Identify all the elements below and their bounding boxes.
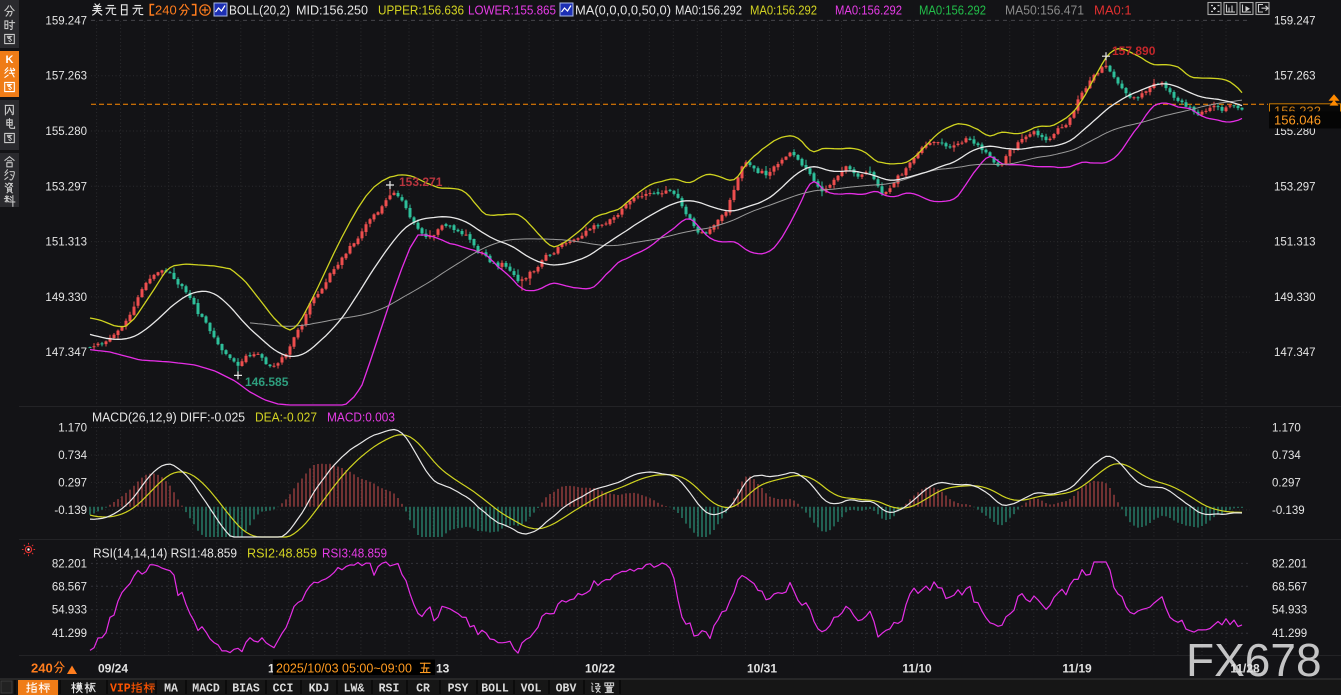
svg-text:151.313: 151.313: [1274, 237, 1316, 249]
svg-text:KDJ: KDJ: [309, 683, 330, 695]
svg-text:41.299: 41.299: [52, 628, 87, 640]
svg-text:10/31: 10/31: [747, 662, 777, 676]
svg-text:68.567: 68.567: [52, 581, 87, 593]
svg-text:157.263: 157.263: [45, 71, 87, 83]
svg-text:2025/10/03 05:00~09:00: 2025/10/03 05:00~09:00: [276, 662, 412, 676]
svg-text:146.585: 146.585: [245, 375, 289, 389]
svg-text:-0.139: -0.139: [1272, 505, 1305, 517]
svg-text:1.170: 1.170: [58, 423, 87, 435]
svg-text:BOLL(20,2): BOLL(20,2): [229, 3, 290, 18]
svg-text:RSI(14,14,14) RSI1:48.859: RSI(14,14,14) RSI1:48.859: [93, 546, 237, 561]
svg-text:BIAS: BIAS: [232, 683, 260, 695]
svg-text:151.313: 151.313: [45, 237, 87, 249]
svg-text:MA50:156.471: MA50:156.471: [1005, 3, 1084, 18]
svg-text:MACD:0.003: MACD:0.003: [327, 410, 395, 425]
svg-text:RSI: RSI: [379, 683, 400, 695]
svg-text:MA0:156.292: MA0:156.292: [750, 3, 817, 18]
svg-text:13: 13: [436, 662, 450, 676]
svg-text:CR: CR: [416, 683, 430, 695]
svg-text:153.297: 153.297: [1274, 181, 1316, 193]
svg-text:MA0:156.292: MA0:156.292: [835, 3, 902, 18]
svg-text:157.263: 157.263: [1274, 71, 1316, 83]
svg-text:0.297: 0.297: [1272, 477, 1301, 489]
svg-text:MA0:156.292: MA0:156.292: [919, 3, 986, 18]
svg-text:MID:156.250: MID:156.250: [296, 3, 368, 18]
svg-text:CCI: CCI: [273, 683, 294, 695]
svg-text:153.271: 153.271: [399, 175, 443, 189]
svg-text:VIP: VIP: [110, 683, 131, 695]
svg-text:54.933: 54.933: [1272, 605, 1307, 617]
svg-text:159.247: 159.247: [1274, 15, 1316, 27]
svg-text:147.347: 147.347: [1274, 347, 1316, 359]
svg-text:K: K: [6, 54, 14, 66]
svg-text:11/10: 11/10: [902, 662, 932, 676]
svg-text:0.734: 0.734: [58, 450, 87, 462]
svg-text:VOL: VOL: [521, 683, 542, 695]
svg-text:UPPER:156.636: UPPER:156.636: [378, 3, 464, 18]
svg-text:PSY: PSY: [448, 683, 469, 695]
svg-text:LW&: LW&: [344, 683, 365, 695]
svg-text:0.734: 0.734: [1272, 450, 1301, 462]
svg-text:-0.139: -0.139: [54, 505, 87, 517]
svg-text:11/28: 11/28: [1230, 662, 1260, 676]
svg-text:149.330: 149.330: [1274, 292, 1316, 304]
svg-text:RSI2:48.859: RSI2:48.859: [247, 546, 317, 561]
svg-text:MA(0,0,0,0,50,0): MA(0,0,0,0,50,0): [575, 3, 671, 18]
svg-text:10/22: 10/22: [585, 662, 615, 676]
svg-text:153.297: 153.297: [45, 181, 87, 193]
svg-text:157.890: 157.890: [1112, 44, 1156, 58]
svg-text:09/24: 09/24: [98, 662, 128, 676]
svg-text:MA0:156.292: MA0:156.292: [675, 3, 742, 18]
svg-text:BOLL: BOLL: [481, 683, 509, 695]
svg-text:54.933: 54.933: [52, 605, 87, 617]
svg-text:MA: MA: [164, 683, 178, 695]
svg-text:DEA:-0.027: DEA:-0.027: [255, 410, 317, 425]
svg-text:0.297: 0.297: [58, 477, 87, 489]
svg-text:MACD(26,12,9) DIFF:-0.025: MACD(26,12,9) DIFF:-0.025: [92, 410, 245, 425]
svg-text:68.567: 68.567: [1272, 581, 1307, 593]
svg-text:149.330: 149.330: [45, 292, 87, 304]
svg-text:MA0:1: MA0:1: [1094, 3, 1132, 18]
svg-text:147.347: 147.347: [45, 347, 87, 359]
svg-text:OBV: OBV: [556, 683, 577, 695]
svg-text:156.046: 156.046: [1274, 113, 1321, 128]
svg-text:MACD: MACD: [192, 683, 220, 695]
svg-text:240: 240: [31, 661, 53, 676]
svg-text:159.247: 159.247: [45, 15, 87, 27]
svg-text:82.201: 82.201: [52, 558, 87, 570]
svg-text:240: 240: [155, 3, 177, 18]
svg-text:1.170: 1.170: [1272, 423, 1301, 435]
svg-text:82.201: 82.201: [1272, 558, 1307, 570]
svg-text:LOWER:155.865: LOWER:155.865: [468, 3, 556, 18]
svg-text:FX678: FX678: [1186, 634, 1322, 686]
svg-text:155.280: 155.280: [45, 126, 87, 138]
svg-text:11/19: 11/19: [1062, 662, 1092, 676]
svg-text:RSI3:48.859: RSI3:48.859: [322, 546, 387, 561]
